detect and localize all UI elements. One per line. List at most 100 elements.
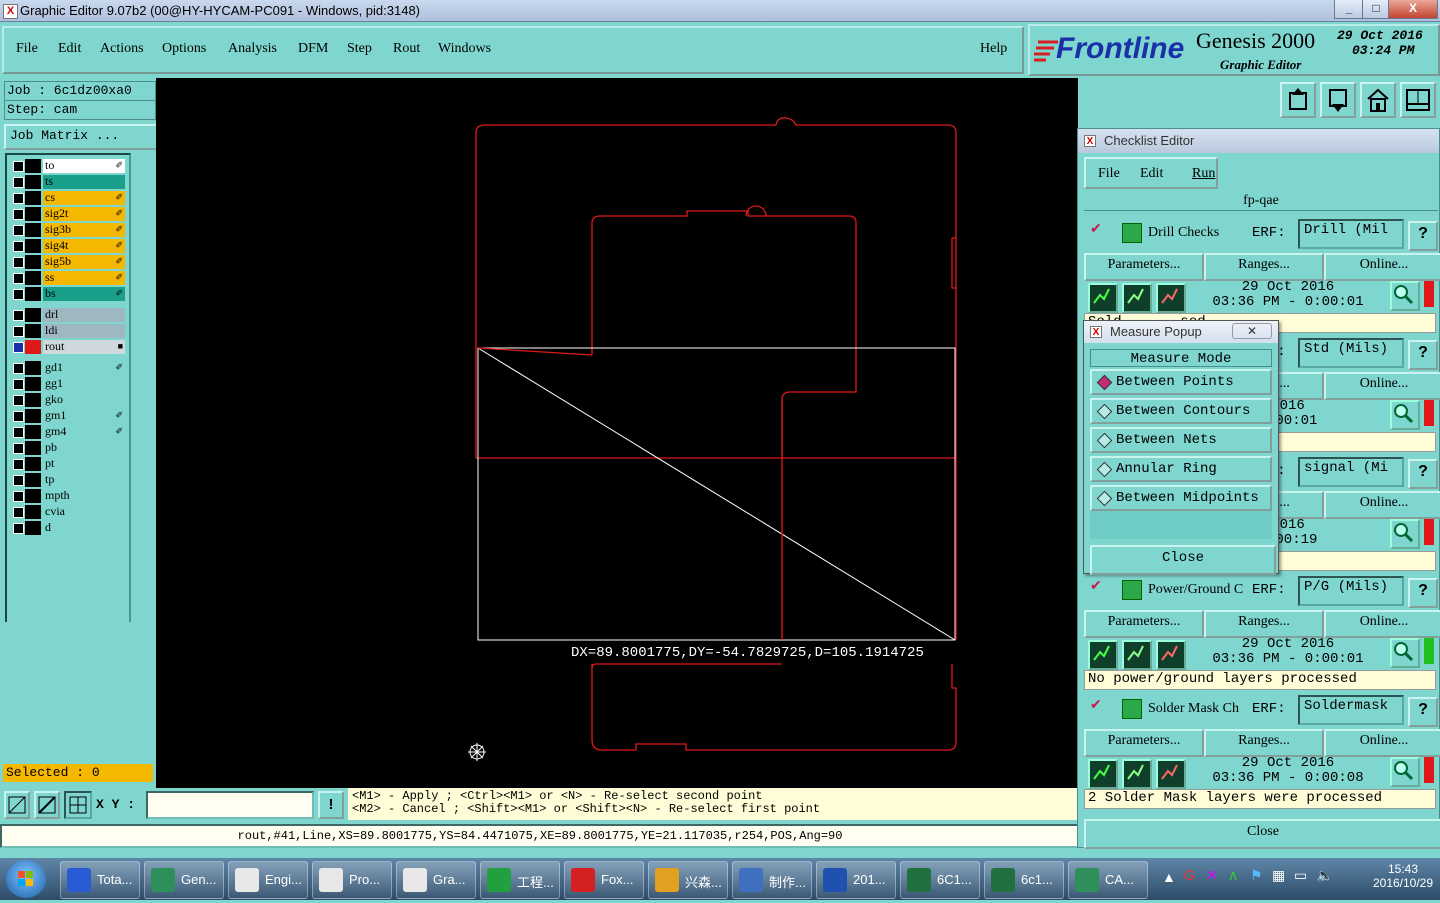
- check-help-button[interactable]: ?: [1408, 697, 1438, 727]
- layer-color-swatch[interactable]: [25, 175, 41, 189]
- layer-checkbox[interactable]: [13, 161, 24, 172]
- layer-checkbox[interactable]: [13, 475, 24, 486]
- layer-row-pt[interactable]: pt: [9, 457, 125, 471]
- layer-checkbox[interactable]: [13, 507, 24, 518]
- run-check-icon[interactable]: [1088, 283, 1118, 313]
- menu-analysis[interactable]: Analysis: [228, 41, 277, 57]
- layer-row-rout[interactable]: rout ■: [9, 340, 125, 354]
- stop-check-icon[interactable]: [1156, 640, 1186, 670]
- menu-help[interactable]: Help: [980, 41, 1007, 57]
- stop-check-icon[interactable]: [1156, 759, 1186, 789]
- graphic-canvas[interactable]: DX=89.8001775,DY=-54.7829725,D=105.19147…: [156, 78, 1078, 788]
- tray-chart-icon[interactable]: ∧: [1228, 867, 1238, 884]
- layer-checkbox[interactable]: [13, 241, 24, 252]
- layer-color-swatch[interactable]: [25, 324, 41, 338]
- layer-checkbox[interactable]: [13, 310, 24, 321]
- menu-actions[interactable]: Actions: [100, 41, 144, 57]
- zoom-results-icon[interactable]: [1390, 638, 1420, 668]
- layer-color-swatch[interactable]: [25, 361, 41, 375]
- layer-color-swatch[interactable]: [25, 308, 41, 322]
- erf-value[interactable]: Std (Mils): [1298, 338, 1404, 368]
- online-button[interactable]: Online...: [1324, 729, 1440, 757]
- parameters-button[interactable]: Parameters...: [1084, 729, 1204, 757]
- check-help-button[interactable]: ?: [1408, 221, 1438, 251]
- start-button-icon[interactable]: [6, 860, 46, 898]
- layer-row-tp[interactable]: tp: [9, 473, 125, 487]
- measure-close-button[interactable]: Close: [1090, 545, 1276, 575]
- check-enabled-icon[interactable]: ✔: [1090, 697, 1102, 714]
- xy-input[interactable]: [146, 791, 314, 819]
- zoom-results-icon[interactable]: [1390, 757, 1420, 787]
- menu-options[interactable]: Options: [162, 41, 206, 57]
- taskbar-item[interactable]: 6C1...: [900, 861, 980, 899]
- measure-tool-icon[interactable]: [34, 791, 60, 819]
- taskbar-item[interactable]: Tota...: [60, 861, 140, 899]
- run-check-alt-icon[interactable]: [1122, 759, 1152, 789]
- layer-row-gko[interactable]: gko: [9, 393, 125, 407]
- online-button[interactable]: Online...: [1324, 610, 1440, 638]
- layer-color-swatch[interactable]: [25, 239, 41, 253]
- menu-file[interactable]: File: [16, 41, 38, 57]
- erf-value[interactable]: Drill (Mil: [1298, 219, 1404, 249]
- alert-icon[interactable]: !: [318, 791, 344, 819]
- ranges-button[interactable]: Ranges...: [1204, 729, 1324, 757]
- layer-checkbox[interactable]: [13, 326, 24, 337]
- menu-step[interactable]: Step: [347, 41, 372, 57]
- layer-checkbox[interactable]: [13, 491, 24, 502]
- taskbar-item[interactable]: Gra...: [396, 861, 476, 899]
- layer-row-sig2t[interactable]: sig2t ✐: [9, 207, 125, 221]
- layer-row-d[interactable]: d: [9, 521, 125, 535]
- layer-row-pb[interactable]: pb: [9, 441, 125, 455]
- layer-color-swatch[interactable]: [25, 255, 41, 269]
- check-help-button[interactable]: ?: [1408, 340, 1438, 370]
- layer-color-swatch[interactable]: [25, 340, 41, 354]
- layer-color-swatch[interactable]: [25, 377, 41, 391]
- ranges-button[interactable]: Ranges...: [1204, 610, 1324, 638]
- snap-grid-icon[interactable]: [64, 791, 92, 819]
- layer-row-gg1[interactable]: gg1: [9, 377, 125, 391]
- layer-row-cs[interactable]: cs ✐: [9, 191, 125, 205]
- layer-color-swatch[interactable]: [25, 489, 41, 503]
- taskbar-item[interactable]: Pro...: [312, 861, 392, 899]
- zoom-results-icon[interactable]: [1390, 519, 1420, 549]
- layer-row-to[interactable]: to ✐: [9, 159, 125, 173]
- layer-checkbox[interactable]: [13, 523, 24, 534]
- layer-row-mpth[interactable]: mpth: [9, 489, 125, 503]
- measure-option-between-midpoints[interactable]: Between Midpoints: [1090, 485, 1272, 511]
- layer-checkbox[interactable]: [13, 427, 24, 438]
- layer-checkbox[interactable]: [13, 209, 24, 220]
- layer-row-gm4[interactable]: gm4 ✐: [9, 425, 125, 439]
- close-button[interactable]: X: [1388, 0, 1438, 19]
- layer-row-bs[interactable]: bs ✐: [9, 287, 125, 301]
- layer-color-swatch[interactable]: [25, 271, 41, 285]
- check-enabled-icon[interactable]: ✔: [1090, 221, 1102, 238]
- layer-color-swatch[interactable]: [25, 505, 41, 519]
- maximize-button[interactable]: □: [1362, 0, 1390, 19]
- layer-checkbox[interactable]: [13, 289, 24, 300]
- window-layout-icon[interactable]: [1400, 82, 1436, 118]
- layer-row-ldi[interactable]: ldi: [9, 324, 125, 338]
- measure-option-between-points[interactable]: Between Points: [1090, 369, 1272, 395]
- layer-color-swatch[interactable]: [25, 425, 41, 439]
- layer-color-swatch[interactable]: [25, 191, 41, 205]
- online-button[interactable]: Online...: [1324, 491, 1440, 519]
- layer-checkbox[interactable]: [13, 395, 24, 406]
- check-help-button[interactable]: ?: [1408, 459, 1438, 489]
- erf-value[interactable]: signal (Mi: [1298, 457, 1404, 487]
- checklist-close-button[interactable]: Close: [1084, 819, 1440, 849]
- upload-icon[interactable]: [1280, 82, 1316, 118]
- zoom-results-icon[interactable]: [1390, 281, 1420, 311]
- layer-checkbox[interactable]: [13, 225, 24, 236]
- home-icon[interactable]: [1360, 82, 1396, 118]
- layer-row-sig5b[interactable]: sig5b ✐: [9, 255, 125, 269]
- run-check-icon[interactable]: [1088, 640, 1118, 670]
- run-check-alt-icon[interactable]: [1122, 283, 1152, 313]
- layer-row-sig3b[interactable]: sig3b ✐: [9, 223, 125, 237]
- layer-color-swatch[interactable]: [25, 409, 41, 423]
- run-check-icon[interactable]: [1088, 759, 1118, 789]
- tray-tool-icon[interactable]: ✕: [1206, 867, 1218, 884]
- menu-windows[interactable]: Windows: [438, 41, 491, 57]
- layer-checkbox[interactable]: [13, 411, 24, 422]
- layer-color-swatch[interactable]: [25, 159, 41, 173]
- layer-color-swatch[interactable]: [25, 207, 41, 221]
